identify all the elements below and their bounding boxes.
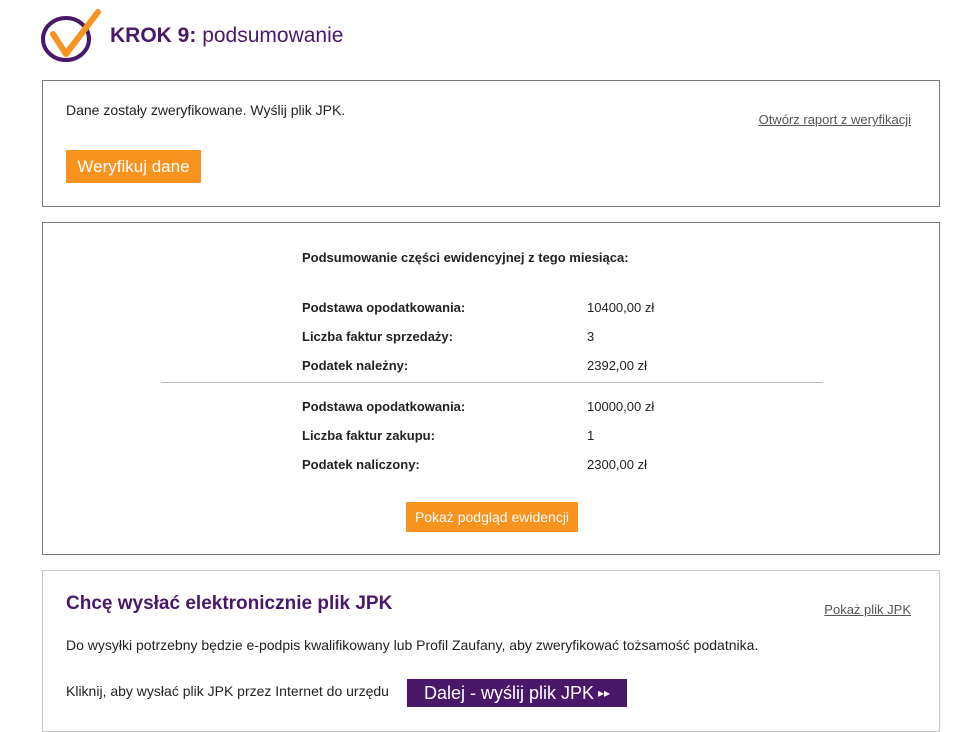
show-records-preview-button[interactable]: Pokaż podgląd ewidencji — [406, 502, 578, 532]
purchase-invoice-count-value: 1 — [587, 428, 595, 443]
input-tax-value: 2300,00 zł — [587, 457, 647, 472]
send-jpk-button[interactable]: Dalej - wyślij plik JPK ▸▸ — [407, 679, 627, 707]
show-jpk-file-link[interactable]: Pokaż plik JPK — [824, 602, 911, 617]
step-number: KROK 9: — [110, 24, 197, 47]
purchase-tax-base-label: Podstawa opodatkowania: — [302, 399, 466, 414]
output-tax-label: Podatek należny: — [302, 358, 409, 373]
send-jpk-button-label: Dalej - wyślij plik JPK — [423, 682, 594, 703]
sales-invoice-count-value: 3 — [587, 329, 595, 344]
send-panel-title: Chcę wysłać elektronicznie plik JPK — [66, 593, 393, 614]
summary-divider — [161, 382, 823, 383]
page-title: KROK 9: podsumowanie — [110, 24, 343, 48]
purchase-tax-base-value: 10000,00 zł — [587, 399, 655, 414]
sales-tax-base-value: 10400,00 zł — [587, 300, 655, 315]
open-report-link[interactable]: Otwórz raport z weryfikacji — [759, 112, 911, 127]
verification-panel: Dane zostały zweryfikowane. Wyślij plik … — [42, 80, 940, 207]
checkmark-logo-icon — [41, 9, 101, 62]
signature-info-text: Do wysyłki potrzebny będzie e-podpis kwa… — [66, 637, 759, 653]
summary-panel: Podsumowanie części ewidencyjnej z tego … — [42, 222, 940, 555]
verification-message: Dane zostały zweryfikowane. Wyślij plik … — [66, 102, 346, 118]
purchase-invoice-count-label: Liczba faktur zakupu: — [302, 428, 435, 443]
double-arrow-icon: ▸▸ — [598, 686, 611, 700]
send-panel: Chcę wysłać elektronicznie plik JPK Poka… — [42, 570, 940, 732]
page-header: KROK 9: podsumowanie — [40, 8, 343, 64]
summary-title: Podsumowanie części ewidencyjnej z tego … — [302, 250, 629, 265]
send-instruction-text: Kliknij, aby wysłać plik JPK przez Inter… — [66, 683, 389, 699]
output-tax-value: 2392,00 zł — [587, 358, 647, 373]
verify-data-button[interactable]: Weryfikuj dane — [66, 150, 201, 183]
sales-tax-base-label: Podstawa opodatkowania: — [302, 300, 466, 315]
step-subtitle: podsumowanie — [202, 24, 344, 47]
input-tax-label: Podatek naliczony: — [302, 457, 420, 472]
sales-invoice-count-label: Liczba faktur sprzedaży: — [302, 329, 453, 344]
